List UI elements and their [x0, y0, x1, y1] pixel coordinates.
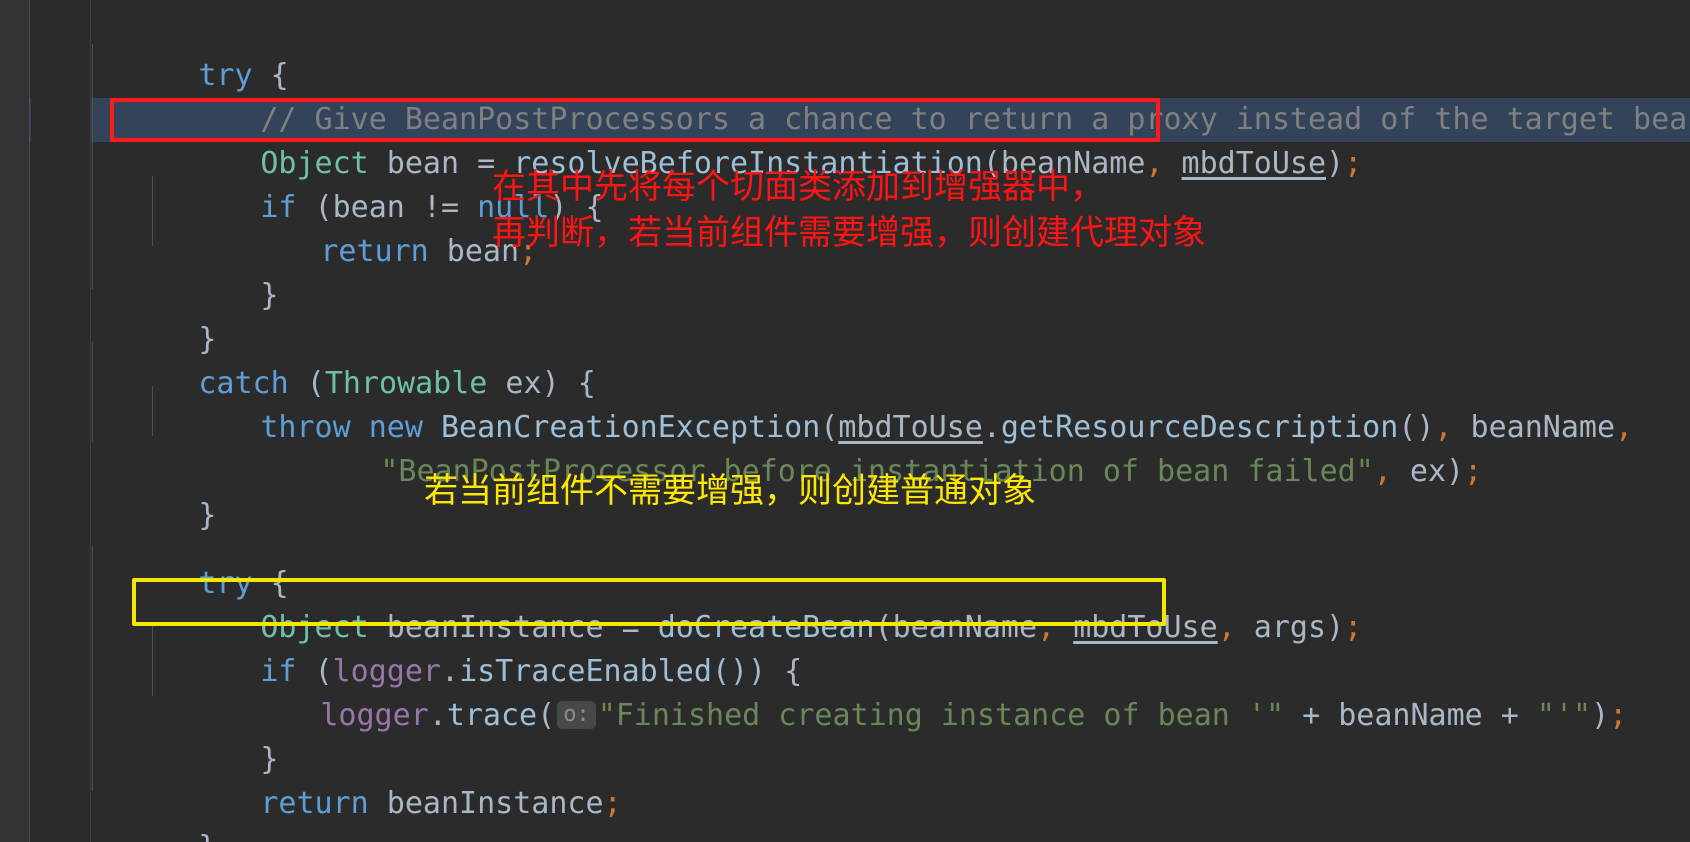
- code-line[interactable]: }: [90, 782, 216, 842]
- token-semicolon: ;: [1344, 146, 1363, 181]
- token-paren-close: ): [1326, 146, 1345, 181]
- token-paren-close: ): [1591, 698, 1610, 733]
- code-line[interactable]: catch (Throwable ex) {: [90, 318, 595, 401]
- annotation-red-line-1: 在其中先将每个切面类添加到增强器中，: [492, 167, 1104, 207]
- token-semicolon: ;: [1464, 454, 1483, 489]
- token-paren-open: (: [537, 698, 556, 733]
- token-comma: ,: [1615, 410, 1634, 445]
- token-field-mbdtouse: mbdToUse: [1073, 610, 1218, 645]
- code-line[interactable]: "BeanPostProcessor before instantiation …: [272, 406, 1482, 489]
- token-arg-beanname: beanName: [892, 610, 1038, 645]
- token-string-literal: "Finished creating instance of bean '": [597, 698, 1285, 733]
- token-comma: ,: [1217, 610, 1236, 645]
- token-comma: ,: [1145, 146, 1164, 181]
- token-string-literal: "'": [1536, 698, 1592, 733]
- code-line[interactable]: try {: [90, 518, 288, 601]
- code-editor[interactable]: try { // Give BeanPostProcessors a chanc…: [0, 0, 1690, 842]
- code-line[interactable]: }: [152, 230, 278, 313]
- token-dot: .: [428, 698, 447, 733]
- token-keyword-return: return: [260, 786, 369, 821]
- token-paren-open: (: [874, 610, 893, 645]
- token-semicolon: ;: [603, 786, 622, 821]
- token-comma: ,: [1037, 610, 1056, 645]
- token-operator-concat: +: [1482, 698, 1537, 733]
- token-semicolon: ;: [1609, 698, 1628, 733]
- annotation-red-line-2: 再判断，若当前组件需要增强，则创建代理对象: [492, 213, 1206, 253]
- code-line[interactable]: Object bean = resolveBeforeInstantiation…: [152, 98, 1362, 181]
- token-brace-close: }: [260, 278, 279, 313]
- annotation-yellow-line-1: 若当前组件不需要增强，则创建普通对象: [424, 471, 1036, 511]
- code-line[interactable]: Object beanInstance = doCreateBean(beanN…: [152, 562, 1362, 645]
- token-field-logger: logger: [320, 698, 429, 733]
- token-semicolon: ;: [1344, 610, 1363, 645]
- code-line[interactable]: }: [152, 694, 278, 777]
- code-line[interactable]: }: [90, 450, 216, 533]
- token-arg-args: args: [1235, 610, 1327, 645]
- code-content[interactable]: try { // Give BeanPostProcessors a chanc…: [0, 0, 1690, 842]
- code-line[interactable]: // Give BeanPostProcessors a chance to r…: [152, 54, 1690, 137]
- code-line[interactable]: throw new BeanCreationException(mbdToUse…: [152, 362, 1633, 445]
- code-line[interactable]: return bean;: [212, 186, 537, 269]
- code-line[interactable]: return beanInstance;: [152, 738, 621, 821]
- code-line[interactable]: if (logger.isTraceEnabled()) {: [152, 606, 802, 689]
- token-keyword-return: return: [320, 234, 429, 269]
- code-line[interactable]: logger.trace(o: "Finished creating instan…: [212, 650, 1627, 733]
- token-method-trace: trace: [446, 698, 538, 733]
- token-comma: ,: [1373, 454, 1392, 489]
- token-var-beaninstance: beanInstance: [368, 786, 604, 821]
- token-arg-beanname: beanName: [1338, 698, 1483, 733]
- code-line[interactable]: try {: [90, 10, 288, 93]
- token-field-mbdtouse: mbdToUse: [1181, 146, 1327, 181]
- token-brace-close: }: [198, 830, 216, 842]
- token-paren-close: ): [1326, 610, 1345, 645]
- token-var-ex: ex: [1391, 454, 1447, 489]
- code-line[interactable]: }: [90, 274, 216, 357]
- token-paren-close: ): [1446, 454, 1465, 489]
- inlay-hint-param-o[interactable]: o:: [557, 701, 596, 729]
- token-operator-concat: +: [1284, 698, 1339, 733]
